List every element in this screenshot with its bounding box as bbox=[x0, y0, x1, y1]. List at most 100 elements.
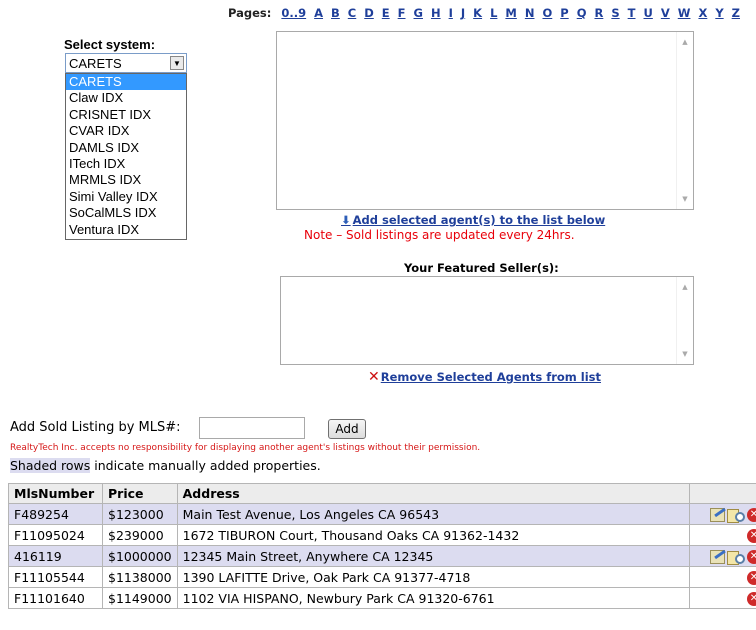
page-link[interactable]: W bbox=[678, 6, 691, 20]
agents-listbox[interactable]: ▲ ▼ bbox=[276, 31, 694, 210]
cell-price: $1138000 bbox=[102, 566, 178, 588]
select-system-label: Select system: bbox=[64, 37, 156, 52]
system-option[interactable]: DAMLS IDX bbox=[66, 140, 186, 156]
system-option[interactable]: Claw IDX bbox=[66, 90, 186, 106]
system-option[interactable]: CARETS bbox=[66, 74, 186, 91]
page-link[interactable]: C bbox=[348, 6, 356, 20]
add-mls-label: Add Sold Listing by MLS#: bbox=[10, 420, 181, 435]
table-row: F489254 $123000 Main Test Avenue, Los Ange… bbox=[8, 503, 756, 525]
page-link[interactable]: F bbox=[398, 6, 406, 20]
pages-nav: Pages: 0..9 A B C D E F G H I J K L M N O P Q R S T U V W X Y Z bbox=[228, 6, 748, 20]
page-link[interactable]: Q bbox=[577, 6, 587, 20]
cell-address: 1672 TIBURON Court, Thousand Oaks CA 913… bbox=[176, 524, 690, 546]
page-link[interactable]: B bbox=[331, 6, 340, 20]
system-option[interactable]: CVAR IDX bbox=[66, 123, 186, 139]
page-link[interactable]: 0..9 bbox=[281, 6, 306, 20]
column-header-price: Price bbox=[102, 483, 178, 504]
system-option[interactable]: ITech IDX bbox=[66, 156, 186, 172]
featured-scrollbar[interactable]: ▲ ▼ bbox=[676, 277, 693, 364]
page-link[interactable]: X bbox=[698, 6, 707, 20]
page-link[interactable]: Z bbox=[732, 6, 740, 20]
chevron-down-icon[interactable]: ▼ bbox=[170, 56, 184, 70]
page-link[interactable]: N bbox=[525, 6, 535, 20]
shaded-rows-text: indicate manually added properties. bbox=[90, 458, 321, 473]
page-link[interactable]: O bbox=[542, 6, 552, 20]
page-link[interactable]: D bbox=[364, 6, 374, 20]
table-header-row: MlsNumber Price Address bbox=[8, 483, 756, 504]
cell-price: $1149000 bbox=[102, 587, 178, 609]
featured-sellers-listbox[interactable]: ▲ ▼ bbox=[280, 276, 694, 365]
page-links: 0..9 A B C D E F G H I J K L M N O P Q R S T U V W X Y Z bbox=[281, 6, 748, 20]
delete-icon[interactable]: ✕ bbox=[747, 507, 756, 522]
table-row: F11101640 $1149000 1102 VIA HISPANO, Newbu… bbox=[8, 587, 756, 609]
view-icon[interactable] bbox=[727, 550, 745, 565]
table-row: 416119 $1000000 12345 Main Street, Anywher… bbox=[8, 545, 756, 567]
system-option[interactable]: Simi Valley IDX bbox=[66, 189, 186, 205]
page-link[interactable]: G bbox=[414, 6, 423, 20]
cell-mls: 416119 bbox=[8, 545, 103, 567]
arrow-down-icon: ⬇ bbox=[341, 213, 351, 227]
cell-mls: F489254 bbox=[8, 503, 103, 525]
cell-price: $1000000 bbox=[102, 545, 178, 567]
cell-actions: ✕ bbox=[688, 503, 756, 525]
scroll-up-icon[interactable]: ▲ bbox=[677, 283, 693, 291]
delete-icon[interactable]: ✕ bbox=[747, 549, 756, 564]
page-link[interactable]: S bbox=[611, 6, 619, 20]
page-link[interactable]: Y bbox=[715, 6, 723, 20]
pages-label: Pages: bbox=[228, 6, 272, 20]
table-row: F11105544 $1138000 1390 LAFITTE Drive, Oak… bbox=[8, 566, 756, 588]
cell-mls: F11101640 bbox=[8, 587, 103, 609]
delete-icon[interactable]: ✕ bbox=[747, 570, 756, 585]
page-link[interactable]: V bbox=[661, 6, 670, 20]
system-option[interactable]: CRISNET IDX bbox=[66, 107, 186, 123]
cell-price: $239000 bbox=[102, 524, 178, 546]
cell-actions: ✕ bbox=[688, 545, 756, 567]
scroll-down-icon[interactable]: ▼ bbox=[677, 195, 693, 203]
edit-icon[interactable] bbox=[710, 507, 725, 522]
cell-actions: ✕ bbox=[688, 587, 756, 609]
cell-actions: ✕ bbox=[688, 566, 756, 588]
page-link[interactable]: R bbox=[594, 6, 603, 20]
cell-address: 1102 VIA HISPANO, Newbury Park CA 91320-… bbox=[176, 587, 690, 609]
page-link[interactable]: H bbox=[431, 6, 441, 20]
column-header-address: Address bbox=[176, 483, 690, 504]
sold-listings-table: MlsNumber Price Address F489254 $123000 Ma… bbox=[8, 483, 756, 609]
page-link[interactable]: T bbox=[628, 6, 636, 20]
cell-price: $123000 bbox=[102, 503, 178, 525]
table-body: F489254 $123000 Main Test Avenue, Los Ange… bbox=[8, 503, 756, 609]
cell-address: Main Test Avenue, Los Angeles CA 96543 bbox=[176, 503, 690, 525]
page-link[interactable]: I bbox=[449, 6, 453, 20]
column-header-actions bbox=[688, 483, 756, 504]
add-mls-button[interactable]: Add bbox=[328, 419, 366, 439]
system-option[interactable]: MRMLS IDX bbox=[66, 172, 186, 188]
page-link[interactable]: M bbox=[505, 6, 516, 20]
view-icon[interactable] bbox=[727, 508, 745, 523]
page-link[interactable]: J bbox=[461, 6, 465, 20]
add-selected-agents-link[interactable]: ⬇ Add selected agent(s) to the list below bbox=[341, 213, 605, 227]
scroll-down-icon[interactable]: ▼ bbox=[677, 350, 693, 358]
system-options-list: CARETS Claw IDX CRISNET IDX CVAR IDX DAMLS I… bbox=[65, 73, 187, 240]
system-option[interactable]: SoCalMLS IDX bbox=[66, 205, 186, 221]
mls-number-input[interactable] bbox=[199, 417, 305, 439]
add-selected-agents-text: Add selected agent(s) to the list below bbox=[352, 213, 606, 227]
scroll-up-icon[interactable]: ▲ bbox=[677, 38, 693, 46]
remove-selected-agents-link[interactable]: ✕Remove Selected Agents from list bbox=[368, 369, 601, 385]
page-link[interactable]: E bbox=[382, 6, 390, 20]
page-link[interactable]: L bbox=[490, 6, 497, 20]
system-select[interactable]: CARETS ▼ bbox=[65, 53, 187, 73]
edit-icon[interactable] bbox=[710, 549, 725, 564]
page-link[interactable]: A bbox=[314, 6, 323, 20]
cell-address: 1390 LAFITTE Drive, Oak Park CA 91377-47… bbox=[176, 566, 690, 588]
cell-actions: ✕ bbox=[688, 524, 756, 546]
agents-scrollbar[interactable]: ▲ ▼ bbox=[676, 32, 693, 209]
page-link[interactable]: K bbox=[473, 6, 482, 20]
page-link[interactable]: U bbox=[644, 6, 653, 20]
delete-icon[interactable]: ✕ bbox=[747, 591, 756, 606]
featured-sellers-label: Your Featured Seller(s): bbox=[404, 261, 559, 275]
cell-mls: F11105544 bbox=[8, 566, 103, 588]
column-header-mlsnumber: MlsNumber bbox=[8, 483, 103, 504]
delete-icon[interactable]: ✕ bbox=[747, 528, 756, 543]
system-option[interactable]: Ventura IDX bbox=[66, 222, 186, 238]
system-select-value: CARETS bbox=[69, 56, 122, 71]
page-link[interactable]: P bbox=[560, 6, 568, 20]
